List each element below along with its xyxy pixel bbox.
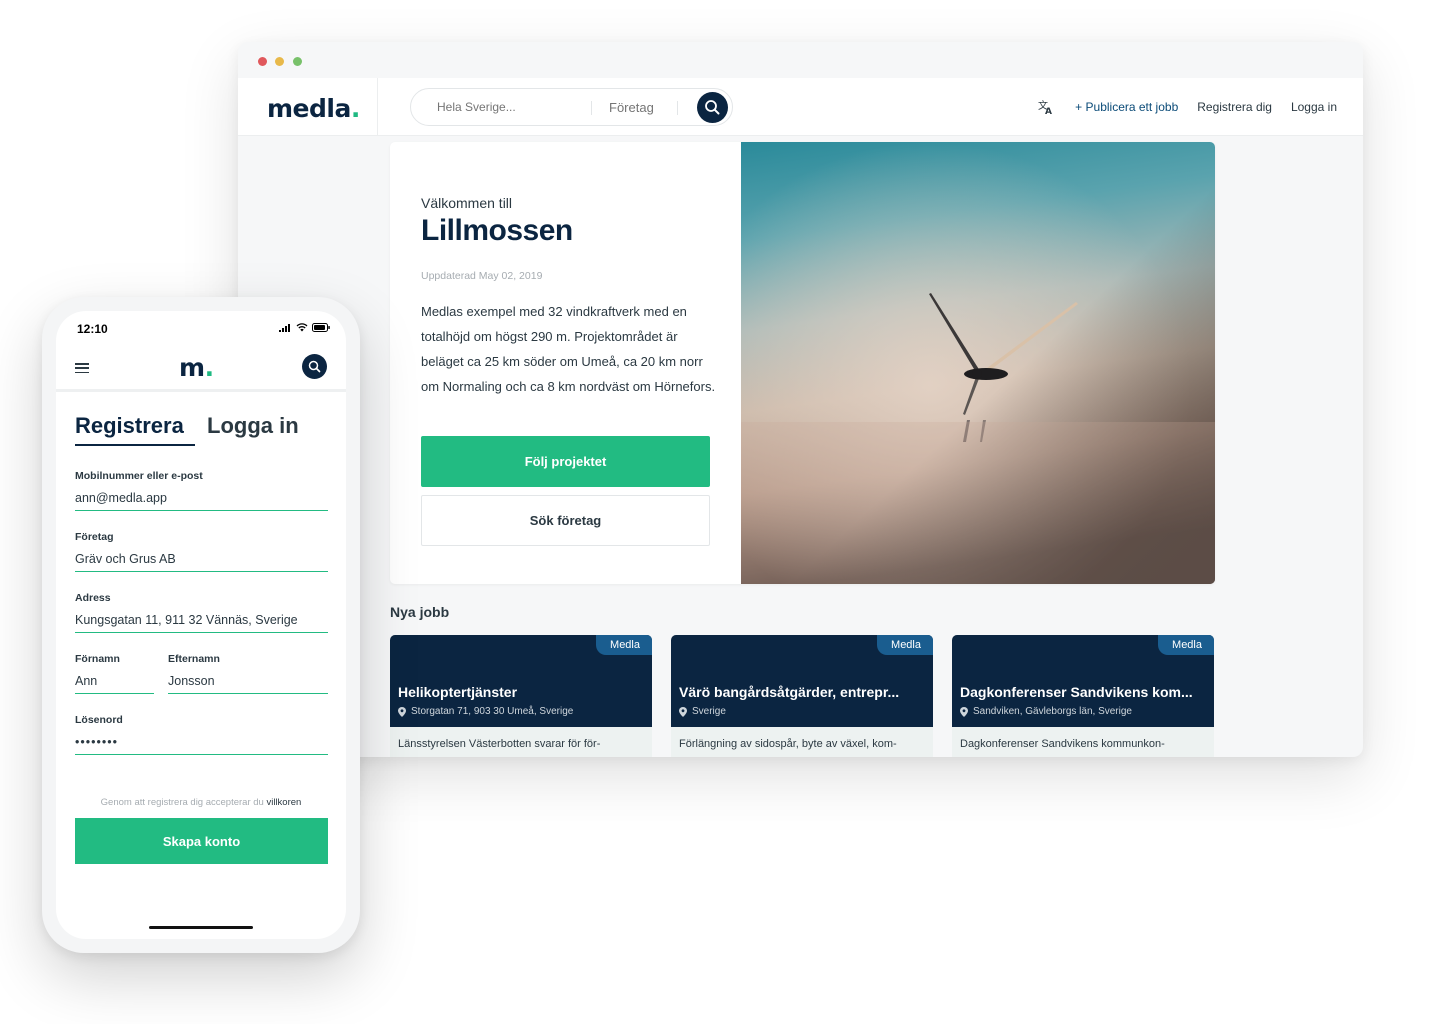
job-title: Dagkonferenser Sandvikens kom... bbox=[960, 684, 1193, 700]
contact-field[interactable] bbox=[75, 489, 328, 511]
new-jobs-heading: Nya jobb bbox=[390, 604, 450, 620]
medla-logo[interactable]: medla. bbox=[267, 94, 360, 123]
search-companies-button[interactable]: Sök företag bbox=[421, 495, 710, 546]
job-source-badge: Medla bbox=[596, 635, 652, 655]
create-account-button[interactable]: Skapa konto bbox=[75, 818, 328, 864]
top-navbar: medla. 文A + Publicera ett jobb Registrer… bbox=[238, 78, 1363, 136]
job-description: Länsstyrelsen Västerbotten svarar för fö… bbox=[398, 738, 601, 750]
follow-project-button[interactable]: Följ projektet bbox=[421, 436, 710, 487]
search-divider bbox=[591, 101, 592, 115]
search-bar bbox=[410, 88, 733, 126]
job-card-header: Medla Värö bangårdsåtgärder, entrepr... … bbox=[671, 635, 933, 727]
signal-icon bbox=[279, 323, 290, 332]
hamburger-menu-icon[interactable] bbox=[75, 363, 89, 374]
firstname-label: Förnamn bbox=[75, 653, 120, 665]
search-icon bbox=[308, 360, 321, 373]
browser-window: medla. 文A + Publicera ett jobb Registrer… bbox=[238, 42, 1363, 757]
password-field[interactable] bbox=[75, 733, 328, 755]
medla-logo[interactable]: m. bbox=[179, 353, 214, 382]
search-icon bbox=[705, 100, 720, 115]
firstname-field[interactable] bbox=[75, 672, 154, 694]
wifi-icon bbox=[296, 323, 308, 332]
svg-text:A: A bbox=[1045, 107, 1052, 115]
minimize-window-dot[interactable] bbox=[275, 57, 284, 66]
active-tab-indicator bbox=[75, 444, 195, 446]
register-link[interactable]: Registrera dig bbox=[1197, 100, 1272, 114]
job-card[interactable]: Medla Helikoptertjänster Storgatan 71, 9… bbox=[390, 635, 652, 757]
phone-frame: 12:10 m. Registrera Logga in Mobilnummer… bbox=[42, 297, 360, 953]
search-button[interactable] bbox=[302, 354, 327, 379]
translate-icon[interactable]: 文A bbox=[1038, 99, 1054, 115]
contact-label: Mobilnummer eller e-post bbox=[75, 470, 203, 482]
terms-text: Genom att registrera dig accepterar du v… bbox=[100, 797, 302, 808]
page-content: Välkommen till Lillmossen Uppdaterad May… bbox=[238, 136, 1363, 757]
status-time: 12:10 bbox=[77, 322, 108, 336]
project-title: Lillmossen bbox=[421, 214, 573, 247]
navbar-divider bbox=[377, 78, 378, 136]
location-search-input[interactable] bbox=[437, 100, 587, 114]
company-field[interactable] bbox=[75, 550, 328, 572]
password-label: Lösenord bbox=[75, 714, 123, 726]
job-location: Sandviken, Gävleborgs län, Sverige bbox=[960, 706, 1132, 717]
wind-turbine-image bbox=[741, 142, 1215, 584]
company-label: Företag bbox=[75, 531, 114, 543]
job-card-header: Medla Helikoptertjänster Storgatan 71, 9… bbox=[390, 635, 652, 727]
phone-screen: 12:10 m. Registrera Logga in Mobilnummer… bbox=[56, 311, 346, 939]
address-label: Adress bbox=[75, 592, 111, 604]
tab-login[interactable]: Logga in bbox=[207, 413, 299, 439]
job-description: Förlängning av sidospår, byte av växel, … bbox=[679, 738, 897, 750]
nav-actions: 文A + Publicera ett jobb Registrera dig L… bbox=[1038, 99, 1337, 115]
job-card[interactable]: Medla Dagkonferenser Sandvikens kom... S… bbox=[952, 635, 1214, 757]
company-search-input[interactable] bbox=[609, 100, 679, 115]
tab-register[interactable]: Registrera bbox=[75, 413, 184, 439]
job-source-badge: Medla bbox=[877, 635, 933, 655]
job-description: Dagkonferenser Sandvikens kommunkon- bbox=[960, 738, 1165, 750]
updated-date: Uppdaterad May 02, 2019 bbox=[421, 270, 543, 282]
battery-icon bbox=[312, 323, 330, 332]
job-location: Sverige bbox=[679, 706, 726, 717]
search-divider bbox=[677, 101, 678, 115]
publish-job-link[interactable]: + Publicera ett jobb bbox=[1075, 100, 1178, 114]
address-field[interactable] bbox=[75, 611, 328, 633]
maximize-window-dot[interactable] bbox=[293, 57, 302, 66]
project-description: Medlas exempel med 32 vindkraftverk med … bbox=[421, 304, 716, 394]
location-pin-icon bbox=[398, 706, 406, 717]
lastname-label: Efternamn bbox=[168, 653, 220, 665]
job-card-header: Medla Dagkonferenser Sandvikens kom... S… bbox=[952, 635, 1214, 727]
header-divider bbox=[56, 389, 346, 392]
job-title: Helikoptertjänster bbox=[398, 684, 518, 700]
browser-titlebar bbox=[238, 42, 1363, 78]
terms-link[interactable]: villkoren bbox=[266, 797, 301, 808]
project-hero-card: Välkommen till Lillmossen Uppdaterad May… bbox=[390, 142, 1215, 584]
job-location: Storgatan 71, 903 30 Umeå, Sverige bbox=[398, 706, 573, 717]
job-source-badge: Medla bbox=[1158, 635, 1214, 655]
search-button[interactable] bbox=[697, 92, 728, 123]
welcome-text: Välkommen till bbox=[421, 195, 513, 211]
home-indicator[interactable] bbox=[149, 926, 253, 929]
close-window-dot[interactable] bbox=[258, 57, 267, 66]
status-icons bbox=[279, 323, 330, 332]
location-pin-icon bbox=[679, 706, 687, 717]
job-title: Värö bangårdsåtgärder, entrepr... bbox=[679, 684, 900, 700]
login-link[interactable]: Logga in bbox=[1291, 100, 1337, 114]
job-card[interactable]: Medla Värö bangårdsåtgärder, entrepr... … bbox=[671, 635, 933, 757]
lastname-field[interactable] bbox=[168, 672, 328, 694]
location-pin-icon bbox=[960, 706, 968, 717]
